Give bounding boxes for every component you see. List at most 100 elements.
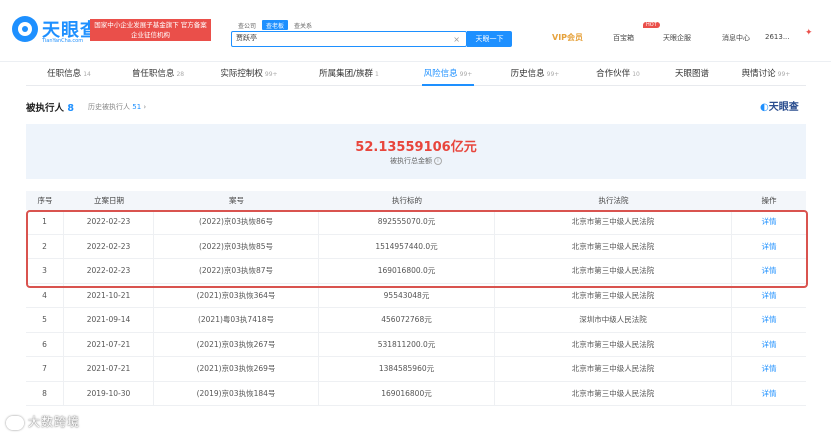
search-tab-relation[interactable]: 查关系 [290, 20, 316, 30]
search-box: × [231, 31, 467, 47]
watermark-text: 大数跨境 [28, 415, 81, 429]
cell-index: 3 [26, 259, 64, 283]
cell-date: 2021-07-21 [64, 332, 154, 356]
summary-panel: 52.13559106亿元 被执行总金额 i [26, 124, 806, 179]
tab-count: 99+ [264, 71, 278, 78]
cell-court: 深圳市中级人民法院 [495, 308, 732, 332]
tianyan-service-link[interactable]: 天眼企服 [663, 33, 691, 43]
detail-link[interactable]: 详情 [732, 235, 806, 259]
message-center-link[interactable]: 消息中心 [722, 33, 750, 43]
cell-case-no: (2021)京03执恢269号 [154, 357, 319, 381]
section-title-text: 被执行人 [26, 103, 65, 114]
cell-court: 北京市第三中级人民法院 [495, 381, 732, 405]
section-count: 8 [67, 103, 74, 114]
cell-date: 2019-10-30 [64, 381, 154, 405]
cell-index: 6 [26, 332, 64, 356]
table-row: 2 2022-02-23 (2022)京03执恢85号 1514957440.0元 北京… [26, 234, 806, 259]
total-amount-label: 被执行总金额 i [26, 156, 806, 166]
detail-link[interactable]: 详情 [732, 382, 806, 406]
info-icon[interactable]: i [434, 157, 442, 165]
cell-amount: 1384585960元 [319, 357, 495, 381]
tab-opinion[interactable]: 舆情讨论 99+ [728, 62, 804, 85]
cell-index: 2 [26, 234, 64, 258]
cell-case-no: (2022)京03执恢87号 [154, 259, 319, 283]
detail-link[interactable]: 详情 [732, 357, 806, 381]
cell-amount: 95543048元 [319, 283, 495, 307]
tab-label: 实际控制权 [220, 69, 263, 79]
tab-count: 10 [632, 71, 640, 78]
cell-index: 8 [26, 381, 64, 405]
cell-amount: 169016800元 [319, 381, 495, 405]
cell-date: 2022-02-23 [64, 259, 154, 283]
search-input[interactable] [236, 34, 436, 42]
hot-badge: HOT [643, 22, 660, 28]
tab-label: 所属集团/族群 [319, 69, 374, 79]
tab-control[interactable]: 实际控制权 99+ [204, 62, 294, 85]
cell-date: 2022-02-23 [64, 234, 154, 258]
tab-positions[interactable]: 任职信息 14 [26, 62, 112, 85]
tab-label: 天眼图谱 [674, 69, 709, 79]
detail-link[interactable]: 详情 [732, 259, 806, 283]
detail-link[interactable]: 详情 [732, 210, 806, 234]
history-executed-link[interactable]: 历史被执行人 51 › [88, 102, 146, 112]
cell-date: 2021-09-14 [64, 308, 154, 332]
cell-index: 5 [26, 308, 64, 332]
tab-count: 1 [375, 71, 379, 78]
cell-case-no: (2021)粤03执7418号 [154, 308, 319, 332]
search-tab-boss[interactable]: 查老板 [262, 20, 289, 30]
total-amount: 52.13559106亿元 [355, 140, 477, 155]
col-header-court: 执行法院 [598, 196, 629, 205]
brand-eye-icon: ◐ [760, 102, 769, 113]
tab-label: 曾任职信息 [131, 69, 175, 79]
cell-case-no: (2021)京03执恢364号 [154, 283, 319, 307]
promo-banner[interactable]: 国家中小企业发展子基金旗下 官方备案企业征信机构 [90, 19, 211, 41]
tab-label: 任职信息 [47, 69, 82, 79]
cell-amount: 456072768元 [319, 308, 495, 332]
history-label: 历史被执行人 [88, 103, 130, 111]
tab-label: 风险信息 [423, 69, 458, 79]
cell-court: 北京市第三中级人民法院 [495, 259, 732, 283]
profile-tabs: 任职信息 14 曾任职信息 28 实际控制权 99+ 所属集团/族群 1 风险信息 99+… [26, 62, 806, 86]
tab-partners[interactable]: 合作伙伴 10 [578, 62, 658, 85]
vip-link[interactable]: VIP会员 [552, 32, 583, 43]
search-type-tabs: 查公司 查老板 查关系 [234, 20, 316, 30]
tab-history[interactable]: 历史信息 99+ [492, 62, 578, 85]
cell-amount: 1514957440.0元 [319, 234, 495, 258]
baibao-link[interactable]: 百宝箱 [613, 33, 634, 43]
col-header-amount: 执行标的 [392, 196, 422, 205]
cell-index: 7 [26, 357, 64, 381]
total-amount-label-text: 被执行总金额 [390, 157, 432, 165]
cell-court: 北京市第三中级人民法院 [495, 283, 732, 307]
detail-link[interactable]: 详情 [732, 284, 806, 308]
search-button[interactable]: 天眼一下 [467, 31, 512, 47]
logo-subtext: TianYanCha.com [42, 38, 84, 44]
table-row: 3 2022-02-23 (2022)京03执恢87号 169016800.0元 北京市… [26, 259, 806, 284]
tab-count: 28 [176, 71, 185, 78]
chevron-right-icon: › [143, 103, 147, 111]
table-row: 4 2021-10-21 (2021)京03执恢364号 95543048元 北京市第三… [26, 283, 806, 308]
brand-watermark: ◐天眼查 [760, 98, 799, 113]
tab-group[interactable]: 所属集团/族群 1 [294, 62, 404, 85]
detail-link[interactable]: 详情 [732, 333, 806, 357]
cell-date: 2021-07-21 [64, 357, 154, 381]
user-account-link[interactable]: 2613... [765, 33, 790, 41]
cell-amount: 892555070.0元 [319, 210, 495, 234]
table-row: 7 2021-07-21 (2021)京03执恢269号 1384585960元 北京市… [26, 357, 806, 382]
table-body: 1 2022-02-23 (2022)京03执恢86号 892555070.0元 北京市… [26, 210, 806, 406]
top-header: 天眼查 TianYanCha.com 国家中小企业发展子基金旗下 官方备案企业征… [0, 0, 831, 62]
table-row: 5 2021-09-14 (2021)粤03执7418号 456072768元 深圳市中… [26, 308, 806, 333]
brand-text: 天眼查 [768, 102, 799, 113]
tab-graph[interactable]: 天眼图谱 [658, 62, 728, 85]
clear-icon[interactable]: × [453, 35, 460, 44]
search-tab-company[interactable]: 查公司 [234, 20, 260, 30]
tab-count: 14 [83, 71, 91, 78]
watermark: 大数跨境 [6, 413, 80, 430]
col-header-action: 操作 [761, 196, 777, 205]
cell-case-no: (2019)京03执恢184号 [154, 381, 319, 405]
cell-case-no: (2021)京03执恢267号 [154, 332, 319, 356]
tab-risk[interactable]: 风险信息 99+ [404, 62, 492, 86]
detail-link[interactable]: 详情 [732, 308, 806, 332]
cell-court: 北京市第三中级人民法院 [495, 357, 732, 381]
tab-former-positions[interactable]: 曾任职信息 28 [112, 62, 204, 85]
section-title: 被执行人 8 [26, 100, 74, 114]
